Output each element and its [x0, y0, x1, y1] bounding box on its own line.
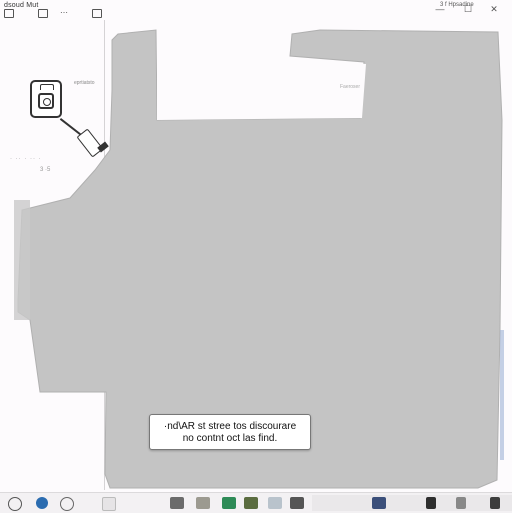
dialog-line-2: no contnt oct las find. [182, 433, 278, 444]
app-icon-1[interactable] [268, 497, 282, 509]
taskbar [0, 492, 512, 513]
search-icon[interactable] [60, 497, 74, 511]
grey-edge-left [14, 200, 30, 320]
system-tray [312, 495, 512, 511]
message-dialog[interactable]: ·nd\AR st stree tos discourare no contnt… [149, 414, 311, 450]
hint-left-row2: 3 ·5 [40, 167, 51, 173]
hint-left-row1: · ·· · ·· · [10, 156, 42, 162]
network-icon[interactable] [372, 497, 386, 509]
dialog-line-1: ·nd\AR st stree tos discourare [163, 421, 297, 432]
camera-top [40, 84, 54, 90]
browser-icon[interactable] [36, 497, 48, 509]
app-icon-2[interactable] [290, 497, 304, 509]
power-icon[interactable] [8, 497, 22, 511]
photos-icon[interactable] [170, 497, 184, 509]
folder-icon[interactable] [244, 497, 258, 509]
store-icon[interactable] [196, 497, 210, 509]
scrollbar[interactable] [498, 330, 506, 460]
mail-icon[interactable] [222, 497, 236, 509]
volume-icon[interactable] [426, 497, 436, 509]
hint-top-left: eprtiatsto [74, 80, 95, 86]
camera-icon [30, 80, 62, 118]
edit-icon[interactable] [102, 497, 116, 511]
battery-icon[interactable] [456, 497, 466, 509]
camera-lens [38, 93, 54, 109]
hint-right: Faeroser [340, 84, 361, 90]
notification-icon[interactable] [490, 497, 500, 509]
